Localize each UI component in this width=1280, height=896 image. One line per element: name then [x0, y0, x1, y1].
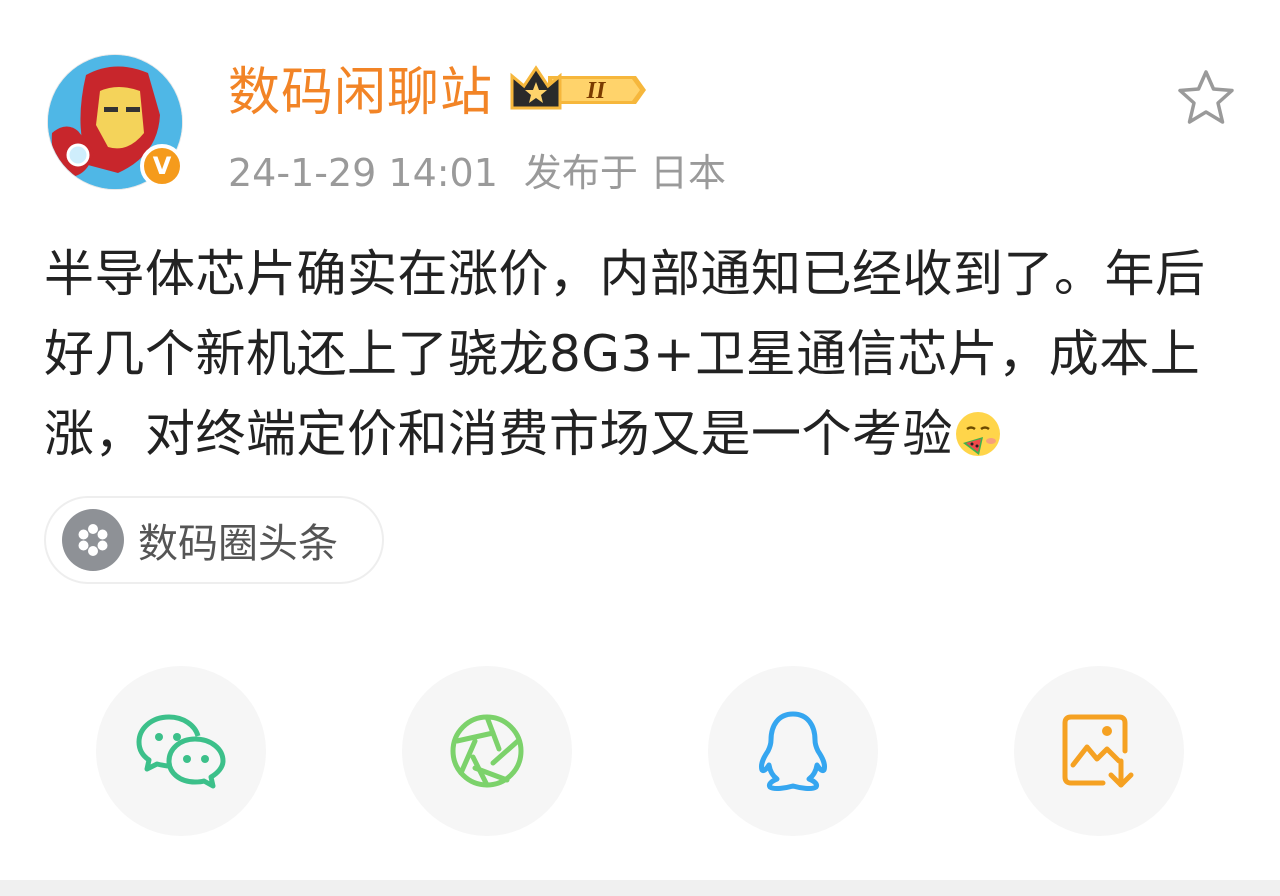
- bottom-divider: [0, 880, 1280, 896]
- topic-chip[interactable]: 数码圈头条: [44, 496, 384, 584]
- crown-level-badge: II: [508, 62, 648, 122]
- share-qq-button[interactable]: [708, 666, 878, 836]
- qq-icon: [759, 711, 827, 792]
- verified-badge: V: [140, 144, 184, 188]
- topic-label: 数码圈头条: [138, 521, 338, 567]
- topic-flower-icon: [62, 509, 124, 571]
- wechat-icon: [136, 714, 226, 789]
- favorite-star-icon[interactable]: [1175, 68, 1237, 132]
- eating-watermelon-emoji-icon: [953, 402, 1003, 456]
- post-meta: 24-1-29 14:01 发布于 日本: [228, 148, 726, 198]
- post-text: 半导体芯片确实在涨价，内部通知已经收到了。年后好几个新机还上了骁龙8G3+卫星通…: [44, 234, 1254, 474]
- post-body: 半导体芯片确实在涨价，内部通知已经收到了。年后好几个新机还上了骁龙8G3+卫星通…: [44, 245, 1206, 463]
- moments-icon: [450, 714, 524, 788]
- level-text: II: [586, 78, 607, 104]
- post-timestamp: 24-1-29 14:01: [228, 151, 498, 195]
- share-wechat-button[interactable]: [96, 666, 266, 836]
- author-name[interactable]: 数码闲聊站: [228, 58, 493, 128]
- share-moments-button[interactable]: [402, 666, 572, 836]
- save-image-icon: [1062, 714, 1134, 788]
- save-image-button[interactable]: [1014, 666, 1184, 836]
- post-location: 发布于 日本: [523, 151, 726, 195]
